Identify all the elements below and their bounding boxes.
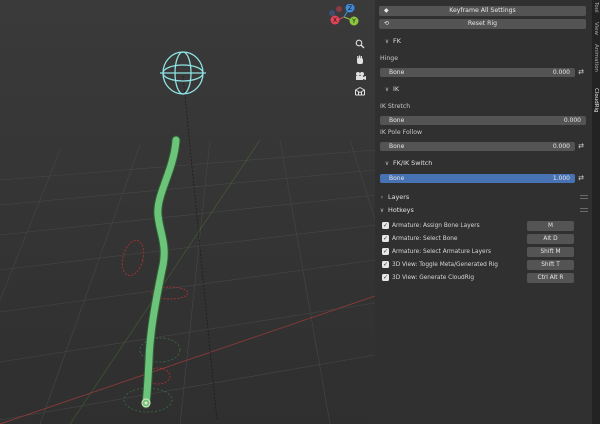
keyframe-diamond-icon: ◆: [384, 7, 389, 14]
hotkey-label: 3D View: Toggle Meta/Generated Rig: [392, 262, 498, 268]
chevron-down-icon: ∨: [379, 207, 385, 214]
hotkey-row: ✓ Armature: Assign Bone Layers M: [382, 221, 582, 231]
fkik-switch-subpanel-header[interactable]: ∨ FK/IK Switch: [383, 157, 583, 169]
ik-stretch-field-name: Bone: [389, 117, 405, 124]
hand-icon[interactable]: [352, 53, 368, 67]
hinge-field-value: 0.000: [552, 69, 570, 76]
fkik-field-name: Bone: [389, 175, 405, 182]
hotkey-label: Armature: Select Bone: [392, 236, 458, 242]
hotkey-row: ✓ 3D View: Toggle Meta/Generated Rig Shi…: [382, 260, 582, 270]
hotkey-key-button[interactable]: M: [527, 221, 574, 231]
hotkey-key-button[interactable]: Alt D: [527, 234, 574, 244]
hotkey-row: ✓ 3D View: Generate CloudRig Ctrl Alt R: [382, 273, 582, 283]
layers-header-label: Layers: [388, 193, 410, 201]
layers-drag-grip-icon[interactable]: [580, 195, 588, 199]
gizmo-x-label: X: [333, 17, 337, 24]
fkik-switch-bone-slider[interactable]: Bone 1.000: [380, 174, 575, 183]
hotkey-checkbox[interactable]: ✓: [382, 261, 389, 268]
hinge-swap-icon[interactable]: ⇄: [576, 68, 586, 77]
sidebar-tabs: Tool View Animation CloudRig: [592, 0, 600, 424]
layers-panel-header[interactable]: › Layers: [378, 191, 578, 203]
ik-stretch-field-value: 0.000: [563, 117, 581, 124]
tab-view[interactable]: View: [592, 22, 600, 35]
hinge-label: Hinge: [380, 55, 399, 62]
hotkeys-drag-grip-icon[interactable]: [580, 208, 588, 212]
3d-viewport[interactable]: X Y Z: [0, 0, 375, 424]
hotkey-checkbox[interactable]: ✓: [382, 235, 389, 242]
hotkey-label: 3D View: Generate CloudRig: [392, 275, 475, 281]
hotkey-checkbox[interactable]: ✓: [382, 222, 389, 229]
chevron-down-icon: ∨: [384, 38, 390, 45]
reset-rig-label: Reset Rig: [467, 20, 498, 27]
tab-animation[interactable]: Animation: [592, 44, 600, 72]
hotkey-label: Armature: Select Armature Layers: [392, 249, 491, 255]
fk-subpanel-header[interactable]: ∨ FK: [383, 35, 583, 47]
hotkeys-header-label: Hotkeys: [388, 206, 414, 214]
ik-stretch-bone-slider[interactable]: Bone 0.000: [380, 116, 586, 125]
hotkey-checkbox[interactable]: ✓: [382, 248, 389, 255]
hotkey-label: Armature: Assign Bone Layers: [392, 223, 480, 229]
ik-pole-swap-icon[interactable]: ⇄: [576, 142, 586, 151]
ik-pole-field-name: Bone: [389, 143, 405, 150]
keyframe-all-settings-button[interactable]: ◆ Keyframe All Settings: [379, 6, 586, 16]
hotkey-key-button[interactable]: Shift M: [527, 247, 574, 257]
ik-stretch-label: IK Stretch: [380, 103, 411, 110]
hinge-bone-slider[interactable]: Bone 0.000: [380, 68, 575, 77]
grid-icon[interactable]: [352, 85, 368, 99]
hotkey-row: ✓ Armature: Select Bone Alt D: [382, 234, 582, 244]
chevron-down-icon: ∨: [384, 86, 390, 93]
hotkey-checkbox[interactable]: ✓: [382, 274, 389, 281]
fk-header-label: FK: [393, 37, 401, 45]
fkik-swap-icon[interactable]: ⇄: [576, 174, 586, 183]
navigation-gizmo[interactable]: X Y Z: [326, 4, 362, 30]
hotkeys-panel-header[interactable]: ∨ Hotkeys: [378, 204, 578, 216]
chevron-right-icon: ›: [380, 194, 384, 201]
ik-pole-follow-label: IK Pole Follow: [380, 129, 423, 136]
viewport-scene: [0, 0, 375, 424]
zoom-icon[interactable]: [352, 37, 368, 51]
hotkey-key-button[interactable]: Ctrl Alt R: [527, 273, 574, 283]
ik-subpanel-header[interactable]: ∨ IK: [383, 83, 583, 95]
tab-cloudrig[interactable]: CloudRig: [592, 88, 600, 113]
sidebar-panel: ◆ Keyframe All Settings ⟲ Reset Rig ∨ FK…: [375, 0, 592, 424]
hotkey-key-button[interactable]: Shift T: [527, 260, 574, 270]
ik-header-label: IK: [393, 85, 400, 93]
reset-rig-button[interactable]: ⟲ Reset Rig: [379, 19, 586, 29]
fkik-header-label: FK/IK Switch: [393, 159, 433, 167]
fkik-field-value: 1.000: [552, 175, 570, 182]
keyframe-all-settings-label: Keyframe All Settings: [449, 7, 516, 14]
hinge-field-name: Bone: [389, 69, 405, 76]
tab-tool[interactable]: Tool: [592, 2, 600, 13]
ik-pole-field-value: 0.000: [552, 143, 570, 150]
gizmo-z-label: Z: [348, 5, 352, 12]
ik-pole-follow-bone-slider[interactable]: Bone 0.000: [380, 142, 575, 151]
reset-arrow-icon: ⟲: [384, 20, 390, 27]
hotkey-row: ✓ Armature: Select Armature Layers Shift…: [382, 247, 582, 257]
camera-icon[interactable]: [352, 69, 368, 83]
gizmo-y-label: Y: [351, 18, 356, 25]
chevron-down-icon: ∨: [384, 160, 390, 167]
